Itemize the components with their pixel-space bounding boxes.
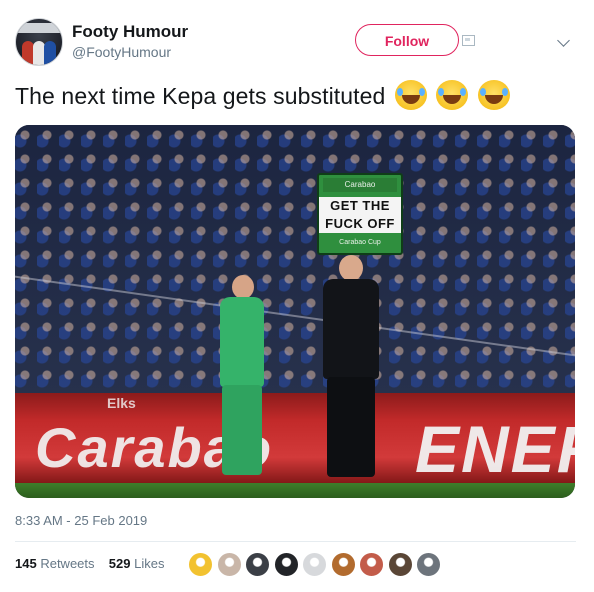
photo-goalkeeper	[210, 275, 270, 485]
tweet-body: The next time Kepa gets substituted	[15, 83, 386, 109]
author-handle[interactable]: @FootyHumour	[72, 44, 171, 60]
liker-avatar[interactable]	[216, 552, 242, 577]
liker-avatar[interactable]	[245, 552, 270, 577]
tears-of-joy-emoji-icon	[436, 80, 469, 110]
avatar-figure	[44, 41, 56, 65]
liker-avatar[interactable]	[359, 552, 384, 577]
author-avatar[interactable]	[15, 18, 63, 66]
liker-avatar[interactable]	[330, 552, 356, 577]
card-icon	[462, 35, 475, 46]
photo-fourth-official	[311, 255, 391, 485]
likes-count[interactable]: 529	[109, 556, 131, 571]
tweet-timestamp[interactable]: 8:33 AM - 25 Feb 2019	[15, 513, 147, 528]
follow-button[interactable]: Follow	[355, 24, 459, 56]
substitution-board: Carabao GET THE FUCK OFF Carabao Cup	[317, 173, 403, 255]
goalkeeper-shirt	[220, 297, 264, 387]
avatar-banner	[16, 23, 62, 33]
liker-avatar[interactable]	[302, 552, 327, 577]
photo-pitch	[15, 483, 575, 498]
board-line-2: FUCK OFF	[319, 215, 401, 233]
official-jacket	[323, 279, 379, 379]
goalkeeper-head	[232, 275, 254, 299]
likes-label[interactable]: Likes	[134, 556, 164, 571]
divider	[15, 541, 576, 542]
tears-of-joy-emoji-icon	[477, 80, 510, 110]
photo-crowd	[15, 125, 575, 395]
goalkeeper-legs	[222, 385, 262, 475]
liker-avatar[interactable]	[188, 552, 213, 577]
retweets-label[interactable]: Retweets	[40, 556, 94, 571]
board-text-small: Elks	[107, 395, 136, 411]
liker-avatar[interactable]	[416, 552, 441, 577]
tweet-stats: 145 Retweets 529 Likes	[15, 556, 164, 571]
chevron-down-icon[interactable]	[557, 34, 570, 47]
tweet-text: The next time Kepa gets substituted	[15, 80, 510, 110]
retweets-count[interactable]: 145	[15, 556, 37, 571]
tweet-photo[interactable]: Carabao ENER Elks Carabao GET THE FUCK O…	[15, 125, 575, 498]
official-head	[339, 255, 363, 281]
author-name[interactable]: Footy Humour	[72, 22, 188, 42]
board-line-1: GET THE	[319, 197, 401, 215]
board-footer: Carabao Cup	[339, 239, 381, 246]
liker-avatar[interactable]	[273, 552, 299, 577]
tears-of-joy-emoji-icon	[394, 80, 427, 110]
official-legs	[327, 377, 375, 477]
board-sponsor: Carabao	[323, 178, 397, 192]
board-text-right: ENER	[415, 412, 575, 486]
liker-avatar[interactable]	[387, 552, 413, 577]
